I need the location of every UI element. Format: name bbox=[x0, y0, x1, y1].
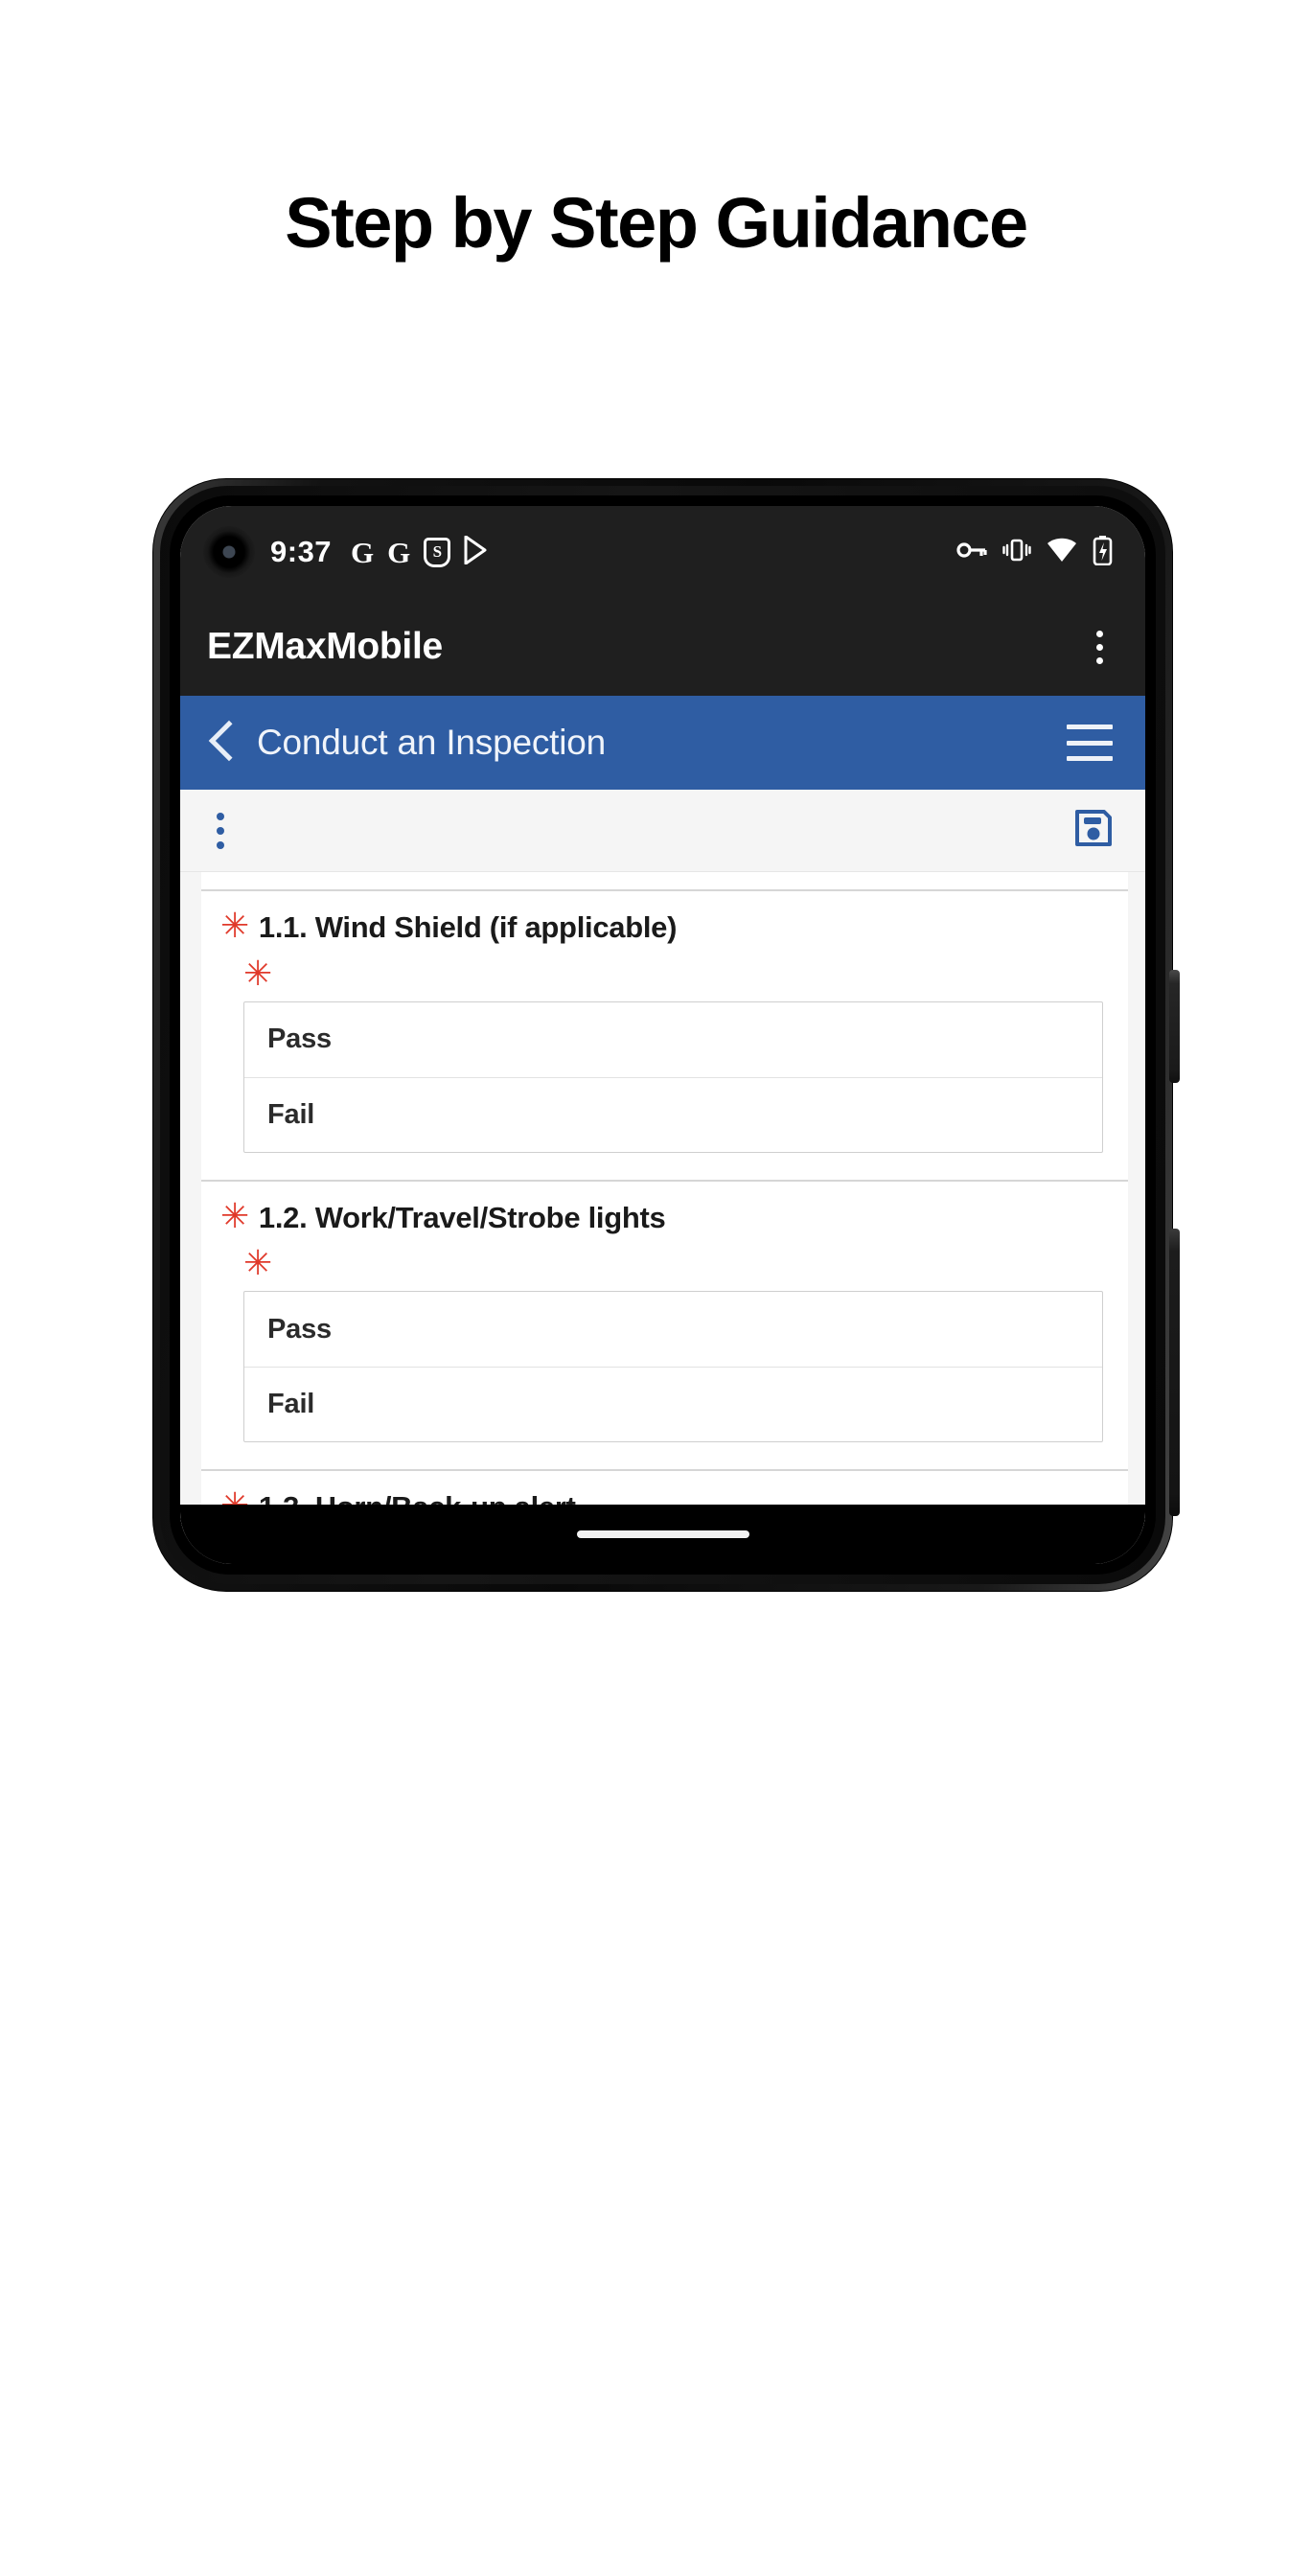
phone-screen: 9:37 G G S EZMaxMobile Conduct an Inspec… bbox=[180, 506, 1145, 1564]
form-toolbar bbox=[180, 790, 1145, 872]
inspection-item-title-row: ✳ 1.1. Wind Shield (if applicable) bbox=[220, 907, 1103, 946]
kebab-dot bbox=[217, 812, 224, 820]
kebab-dot bbox=[1096, 656, 1103, 664]
vibrate-icon bbox=[1002, 536, 1031, 569]
form-top-stub bbox=[201, 872, 1128, 891]
kebab-dot bbox=[217, 826, 224, 835]
required-asterisk-icon: ✳ bbox=[220, 1196, 249, 1236]
option-pass[interactable]: Pass bbox=[244, 1002, 1102, 1077]
status-bar: 9:37 G G S bbox=[180, 506, 1145, 598]
required-asterisk-icon: ✳ bbox=[243, 954, 273, 994]
google-icon-2: G bbox=[387, 535, 411, 569]
status-bar-system-icons bbox=[956, 535, 1113, 570]
option-group: Pass Fail bbox=[243, 1291, 1103, 1443]
status-bar-notification-icons: G G S bbox=[351, 535, 489, 569]
kebab-dot bbox=[1096, 630, 1103, 637]
status-bar-time: 9:37 bbox=[270, 535, 333, 568]
phone-mockup: 9:37 G G S EZMaxMobile Conduct an Inspec… bbox=[153, 479, 1180, 1591]
inspection-item-title-row: ✳ 1.2. Work/Travel/Strobe lights bbox=[220, 1196, 1103, 1236]
wifi-icon bbox=[1047, 537, 1077, 568]
nav-bar: Conduct an Inspection bbox=[180, 696, 1145, 790]
app-title: EZMaxMobile bbox=[207, 626, 443, 667]
hamburger-menu-icon[interactable] bbox=[1067, 724, 1113, 761]
app-bar: EZMaxMobile bbox=[180, 598, 1145, 696]
volume-rocker[interactable] bbox=[1169, 1229, 1180, 1516]
google-icon-1: G bbox=[351, 535, 375, 569]
hamburger-line bbox=[1067, 724, 1113, 729]
option-fail[interactable]: Fail bbox=[244, 1367, 1102, 1441]
option-group: Pass Fail bbox=[243, 1000, 1103, 1153]
app-overflow-menu-icon[interactable] bbox=[1091, 625, 1109, 670]
hamburger-line bbox=[1067, 740, 1113, 746]
battery-icon bbox=[1093, 535, 1113, 570]
kebab-dot bbox=[217, 840, 224, 849]
front-camera-icon bbox=[203, 526, 255, 578]
save-button[interactable] bbox=[1072, 807, 1115, 854]
home-indicator[interactable] bbox=[576, 1530, 749, 1538]
nav-bar-left: Conduct an Inspection bbox=[205, 720, 606, 766]
key-icon bbox=[956, 540, 987, 565]
required-asterisk-icon: ✳ bbox=[243, 1244, 273, 1284]
inspection-item: ✳ 1.1. Wind Shield (if applicable) ✳ Pas… bbox=[201, 891, 1128, 1182]
shield-s-icon: S bbox=[424, 537, 451, 567]
required-asterisk-icon: ✳ bbox=[220, 907, 249, 946]
option-pass[interactable]: Pass bbox=[244, 1292, 1102, 1367]
nav-bar-title: Conduct an Inspection bbox=[257, 723, 606, 762]
inspection-item-label: 1.2. Work/Travel/Strobe lights bbox=[258, 1200, 666, 1234]
option-fail[interactable]: Fail bbox=[244, 1076, 1102, 1152]
hamburger-line bbox=[1067, 756, 1113, 761]
gesture-navigation-bar bbox=[180, 1505, 1145, 1564]
page-title: Step by Step Guidance bbox=[285, 183, 1028, 263]
play-store-icon bbox=[464, 535, 489, 569]
inspection-item: ✳ 1.2. Work/Travel/Strobe lights ✳ Pass … bbox=[201, 1181, 1128, 1472]
inspection-form-list[interactable]: ✳ 1.1. Wind Shield (if applicable) ✳ Pas… bbox=[180, 872, 1145, 1535]
back-chevron-icon[interactable] bbox=[205, 720, 238, 766]
toolbar-overflow-menu-icon[interactable] bbox=[207, 809, 234, 853]
inspection-item-label: 1.1. Wind Shield (if applicable) bbox=[258, 910, 678, 944]
kebab-dot bbox=[1096, 643, 1103, 651]
power-button[interactable] bbox=[1169, 970, 1180, 1083]
